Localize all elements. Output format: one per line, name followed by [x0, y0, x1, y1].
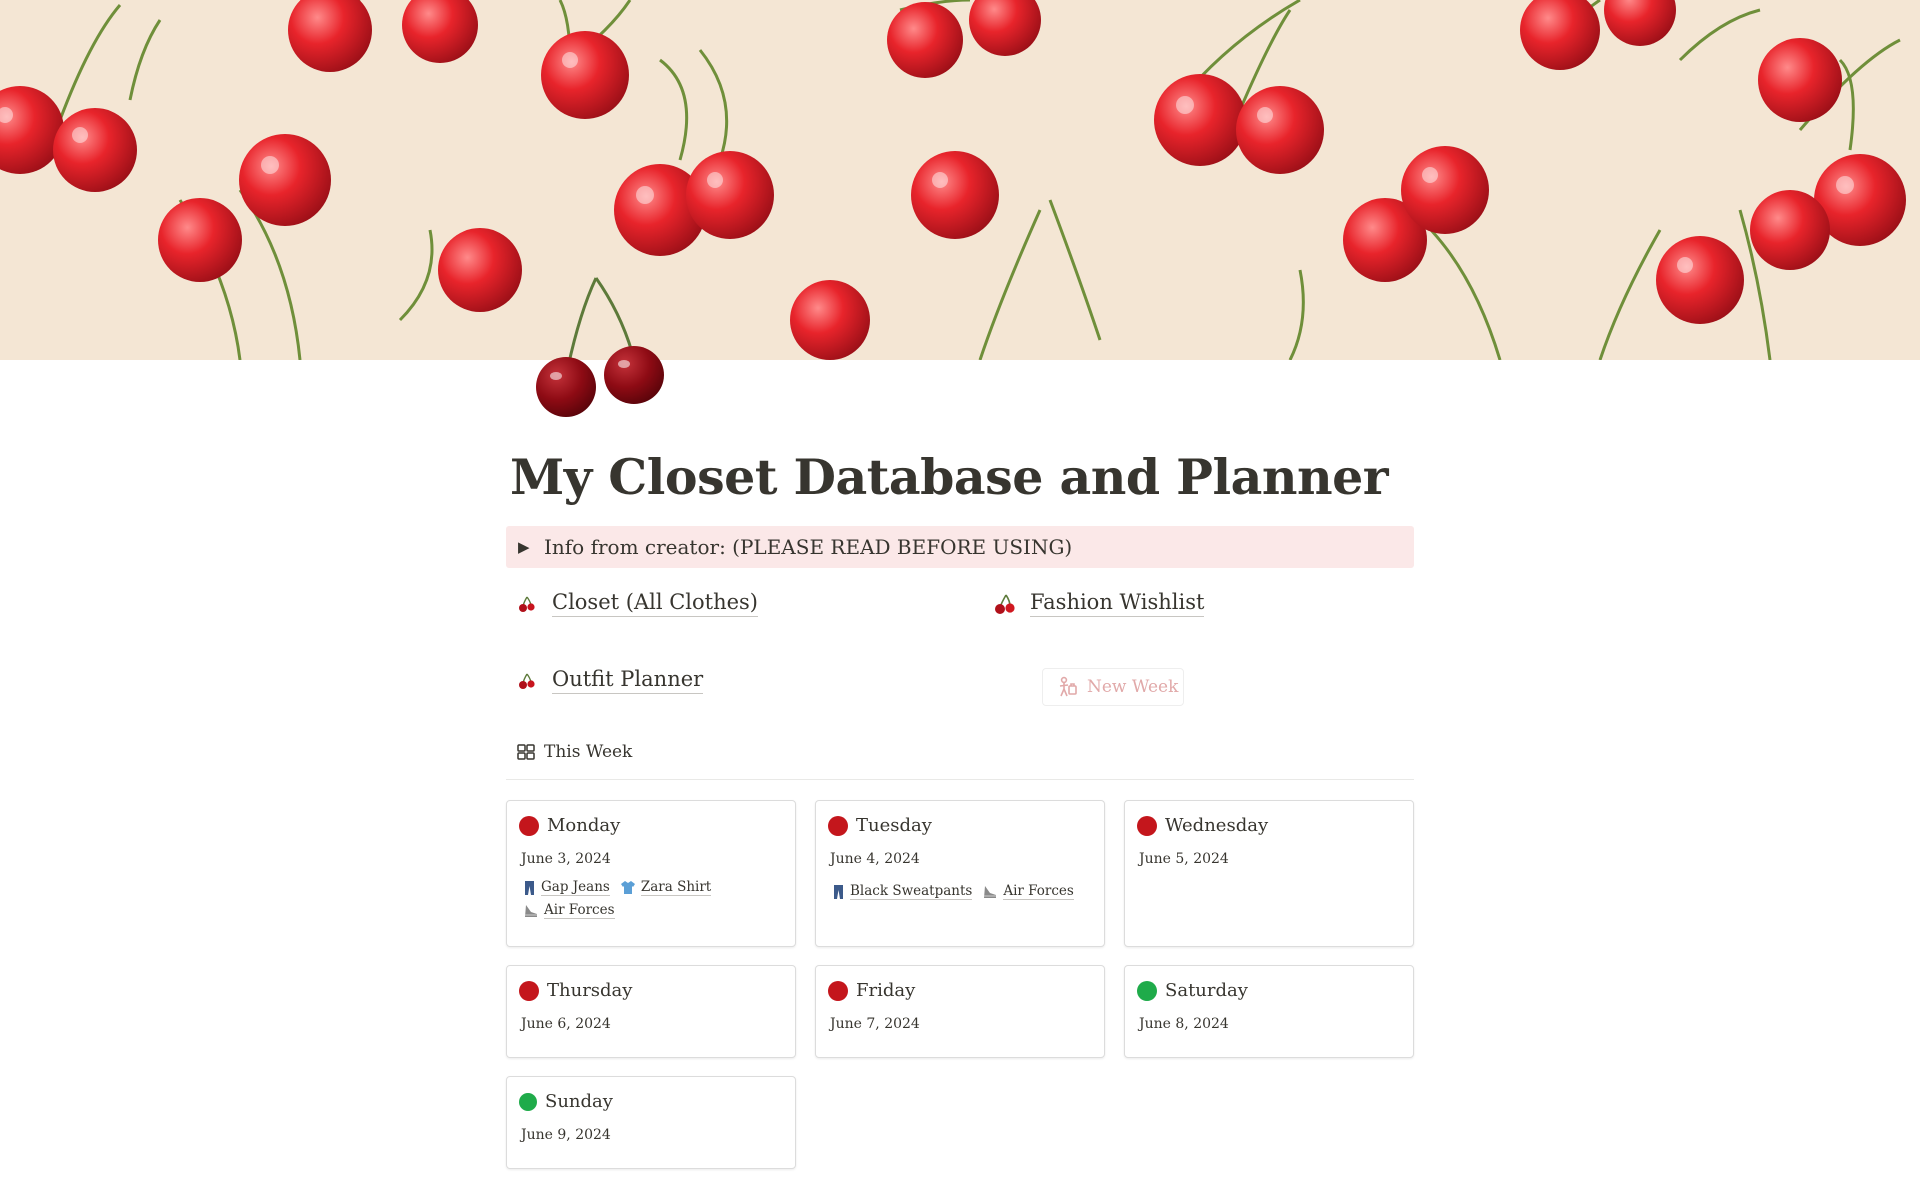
day-date: June 7, 2024 [830, 1016, 920, 1032]
day-title: Tuesday [856, 815, 932, 836]
info-callout-toggle[interactable]: ▶ Info from creator: (PLEASE READ BEFORE… [506, 526, 1414, 568]
callout-text: Info from creator: (PLEASE READ BEFORE U… [544, 535, 1073, 559]
item-chip[interactable]: Air Forces [982, 883, 1074, 900]
item-chip[interactable]: Black Sweatpants [832, 883, 973, 900]
day-title: Saturday [1165, 980, 1248, 1001]
day-title: Friday [856, 980, 916, 1001]
shirt-icon [620, 880, 636, 895]
cover-image [0, 0, 1920, 360]
day-card-tuesday[interactable]: Tuesday June 4, 2024 Black Sweatpants Ai… [815, 800, 1105, 947]
status-dot-red [828, 815, 848, 836]
day-date: June 8, 2024 [1139, 1016, 1229, 1032]
fashion-wishlist-label[interactable]: Fashion Wishlist [1030, 590, 1205, 617]
jeans-icon [832, 884, 845, 900]
day-date: June 9, 2024 [521, 1127, 611, 1143]
status-dot-red [828, 980, 848, 1001]
status-dot-red [519, 815, 539, 836]
day-card-saturday[interactable]: Saturday June 8, 2024 [1124, 965, 1414, 1058]
cherry-icon [516, 593, 538, 615]
fashion-wishlist-link[interactable]: Fashion Wishlist [994, 590, 1205, 617]
jeans-icon [523, 880, 536, 896]
gallery-view-icon [516, 742, 536, 762]
day-title: Wednesday [1165, 815, 1269, 836]
day-date: June 3, 2024 [521, 851, 611, 867]
outfit-planner-label[interactable]: Outfit Planner [552, 667, 704, 694]
item-chip[interactable]: Gap Jeans [523, 879, 610, 896]
day-title: Thursday [547, 980, 633, 1001]
status-dot-red [1137, 815, 1157, 836]
day-card-wednesday[interactable]: Wednesday June 5, 2024 [1124, 800, 1414, 947]
day-date: June 5, 2024 [1139, 851, 1229, 867]
status-dot-green [519, 1092, 537, 1111]
day-card-sunday[interactable]: Sunday June 9, 2024 [506, 1076, 796, 1169]
new-week-button[interactable]: New Week [1042, 668, 1184, 706]
day-date: June 4, 2024 [830, 851, 920, 867]
day-card-monday[interactable]: Monday June 3, 2024 Gap Jeans Zara Shirt… [506, 800, 796, 947]
cherry-icon[interactable] [530, 272, 670, 422]
day-card-friday[interactable]: Friday June 7, 2024 [815, 965, 1105, 1058]
sneaker-icon [982, 885, 998, 899]
sneaker-icon [523, 904, 539, 918]
page-title: My Closet Database and Planner [510, 448, 1389, 506]
new-week-label[interactable]: New Week [1087, 677, 1178, 697]
cherry-icon [994, 593, 1016, 615]
view-tab-label[interactable]: This Week [544, 742, 632, 762]
closet-link-label[interactable]: Closet (All Clothes) [552, 590, 759, 617]
day-date: June 6, 2024 [521, 1016, 611, 1032]
triangle-right-icon[interactable]: ▶ [518, 538, 532, 556]
status-dot-red [519, 980, 539, 1001]
day-card-thursday[interactable]: Thursday June 6, 2024 [506, 965, 796, 1058]
outfit-items: Gap Jeans Zara Shirt Air Forces [523, 879, 793, 919]
view-tab-this-week[interactable]: This Week [516, 742, 632, 762]
day-title: Monday [547, 815, 621, 836]
outfit-items: Black Sweatpants Air Forces [832, 883, 1102, 900]
person-icon [1057, 676, 1079, 698]
view-divider [506, 779, 1414, 780]
day-title: Sunday [545, 1091, 613, 1112]
cherry-icon [516, 670, 538, 692]
item-chip[interactable]: Air Forces [523, 902, 615, 919]
status-dot-green [1137, 980, 1157, 1001]
outfit-planner-link[interactable]: Outfit Planner [516, 667, 704, 694]
item-chip[interactable]: Zara Shirt [620, 879, 712, 896]
closet-link[interactable]: Closet (All Clothes) [516, 590, 759, 617]
cherry-pattern-image [0, 0, 1906, 360]
